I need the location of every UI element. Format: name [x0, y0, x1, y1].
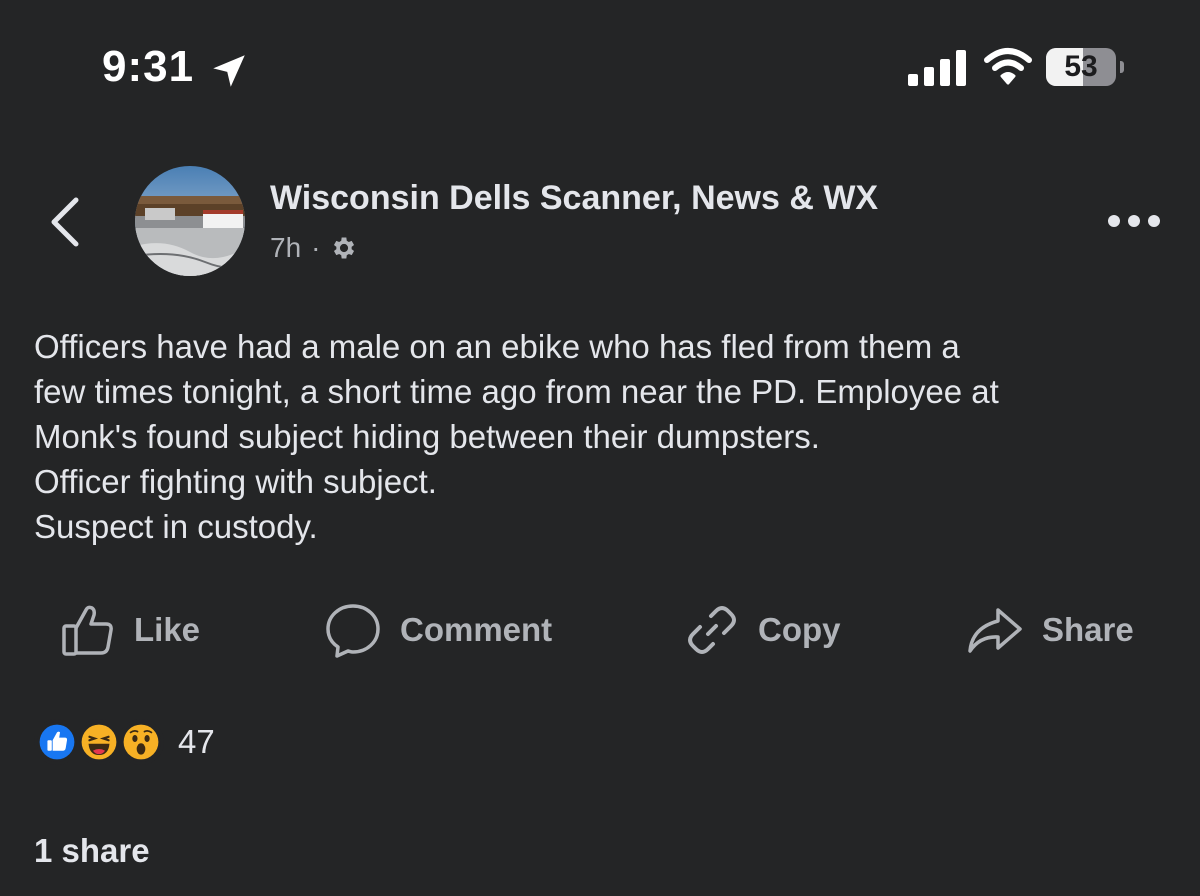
copy-label: Copy	[758, 611, 841, 648]
wifi-icon	[984, 48, 1032, 85]
reaction-count: 47	[178, 723, 215, 760]
post-text-line: few times tonight, a short time ago from…	[34, 373, 999, 410]
post-meta: 7h ·	[270, 230, 358, 266]
link-icon	[688, 606, 736, 654]
post-timestamp[interactable]: 7h	[270, 232, 301, 264]
post-text-line: Suspect in custody.	[34, 508, 318, 545]
post-text: Officers have had a male on an ebike who…	[34, 324, 1174, 549]
avatar-image	[135, 166, 245, 276]
like-button[interactable]: Like	[60, 596, 200, 664]
location-arrow-icon	[213, 55, 245, 87]
battery-body: 53	[1046, 48, 1116, 86]
share-label: Share	[1042, 611, 1134, 648]
gear-icon	[334, 237, 355, 259]
status-bar: 9:31 53	[0, 0, 1200, 140]
back-button[interactable]	[40, 192, 92, 252]
comment-label: Comment	[400, 611, 553, 648]
shares-count-link[interactable]: 1 share	[34, 832, 150, 870]
post-text-line: Monk's found subject hiding between thei…	[34, 418, 820, 455]
status-time: 9:31	[102, 42, 195, 91]
comment-bubble-icon	[326, 604, 380, 658]
battery-level: 53	[1064, 50, 1098, 83]
share-button[interactable]: Share	[966, 596, 1134, 664]
share-arrow-icon	[968, 608, 1022, 653]
like-label: Like	[134, 611, 201, 648]
meta-separator: ·	[311, 232, 321, 263]
post-text-line: Officer fighting with subject.	[34, 463, 437, 500]
cellular-signal-icon	[908, 50, 966, 86]
battery-indicator: 53	[1046, 48, 1124, 88]
comment-button[interactable]: Comment	[324, 596, 552, 664]
reactions-summary[interactable]: 47	[34, 718, 215, 766]
page-name-link[interactable]: Wisconsin Dells Scanner, News & WX	[270, 179, 878, 218]
copy-button[interactable]: Copy	[684, 596, 841, 664]
page-avatar[interactable]	[135, 166, 245, 276]
wow-reaction-icon	[118, 719, 164, 765]
haha-reaction-icon	[76, 719, 122, 765]
more-options-button[interactable]	[1104, 206, 1164, 236]
battery-cap	[1120, 61, 1124, 73]
like-reaction-icon	[34, 719, 80, 765]
thumbs-up-icon	[62, 605, 113, 656]
post-text-line: Officers have had a male on an ebike who…	[34, 328, 960, 365]
